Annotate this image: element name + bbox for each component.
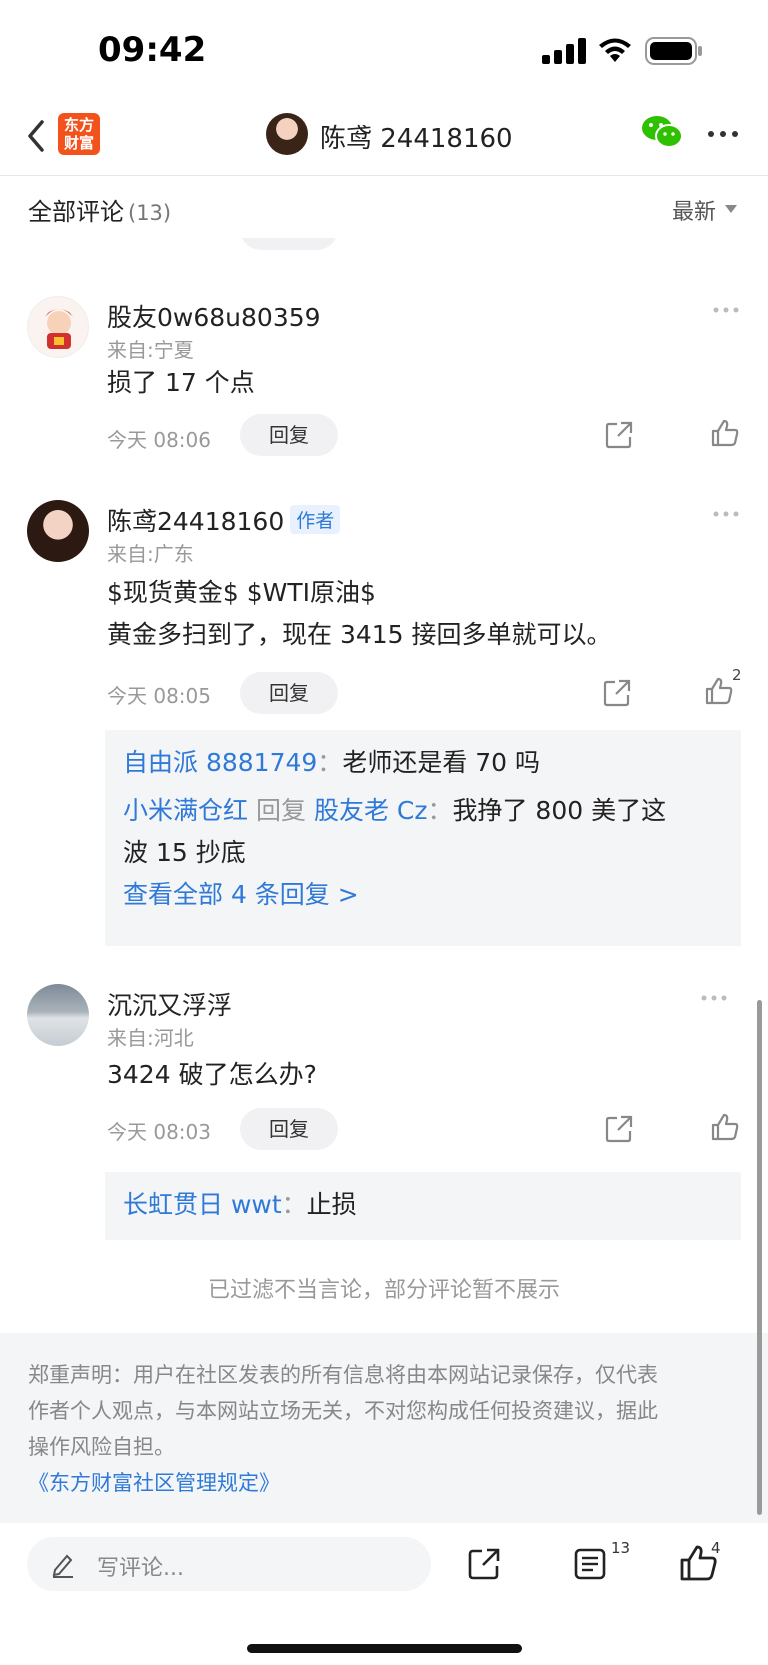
eastmoney-logo: 东方 财富 (58, 113, 100, 155)
location: 来自:广东 (107, 542, 194, 566)
reply-user[interactable]: 长虹贯日 wwt (123, 1190, 282, 1219)
share-icon[interactable] (467, 1547, 501, 1581)
scrollbar[interactable] (757, 1000, 762, 1515)
bottom-action-bar: 写评论... 13 4 (0, 1523, 768, 1665)
view-all-replies-link[interactable]: 查看全部 4 条回复 > (123, 874, 359, 916)
comment-more-icon[interactable] (712, 306, 740, 314)
page-title[interactable]: 陈鸢 24418160 (320, 118, 513, 155)
sort-arrow-icon[interactable] (725, 205, 737, 213)
location: 来自:河北 (107, 1026, 194, 1050)
like-icon[interactable] (704, 676, 734, 706)
like-count: 2 (732, 666, 742, 684)
comment-more-icon[interactable] (712, 510, 740, 518)
comment-item: 陈鸢24418160 作者 来自:广东 $现货黄金$ $WTI原油$ 黄金多扫到了… (0, 500, 768, 950)
more-options-icon[interactable] (706, 120, 740, 148)
back-arrow-icon[interactable] (22, 116, 52, 156)
like-count-badge: 4 (711, 1539, 721, 1557)
comments-list-icon[interactable] (573, 1547, 607, 1581)
wechat-share-icon[interactable] (640, 114, 684, 150)
comments-title: 全部评论 (13) (28, 198, 172, 226)
comments-header: 全部评论 (13) 最新 (0, 176, 768, 238)
user-avatar[interactable] (27, 296, 89, 358)
username[interactable]: 陈鸢24418160 作者 (107, 502, 341, 538)
reply-user[interactable]: 自由派 8881749 (123, 748, 317, 777)
write-comment-input[interactable]: 写评论... (27, 1537, 431, 1591)
user-avatar[interactable] (27, 500, 89, 562)
replies-box: 长虹贯日 wwt：止损 (105, 1172, 741, 1240)
reply-item: 长虹贯日 wwt：止损 (123, 1190, 357, 1219)
author-badge: 作者 (290, 505, 341, 534)
wifi-icon (599, 38, 631, 62)
sort-dropdown[interactable]: 最新 (672, 194, 716, 226)
reply-button[interactable]: 回复 (240, 414, 338, 456)
location: 来自:宁夏 (107, 338, 194, 362)
comment-text: 3424 破了怎么办? (107, 1060, 317, 1089)
like-icon[interactable] (710, 1112, 740, 1142)
reply-button[interactable]: 回复 (240, 672, 338, 714)
author-avatar[interactable] (266, 113, 308, 155)
share-icon[interactable] (604, 420, 634, 450)
comment-count-badge: 13 (611, 1539, 631, 1557)
username[interactable]: 股友0w68u80359 (107, 298, 321, 334)
write-comment-placeholder: 写评论... (97, 1556, 184, 1581)
home-indicator[interactable] (247, 1644, 522, 1653)
comment-time: 今天 08:06 (107, 428, 211, 452)
share-icon[interactable] (604, 1114, 634, 1144)
comment-time: 今天 08:05 (107, 684, 211, 708)
share-icon[interactable] (602, 678, 632, 708)
status-time: 09:42 (98, 30, 207, 70)
stock-tags: $现货黄金$ $WTI原油$ (107, 578, 376, 607)
cellular-signal-icon (542, 38, 586, 64)
battery-icon (645, 37, 702, 65)
pen-icon (52, 1554, 73, 1578)
community-rules-link[interactable]: 《东方财富社区管理规定》 (28, 1465, 740, 1501)
status-bar: 09:42 (0, 0, 768, 100)
comment-item: 沉沉又浮浮 来自:河北 3424 破了怎么办? 今天 08:03 回复 长虹贯日… (0, 984, 768, 1244)
comment-item: 股友0w68u80359 来自:宁夏 损了 17 个点 今天 08:06 回复 (0, 296, 768, 466)
replies-box: 自由派 8881749：老师还是看 70 吗 小米满仓红 回复 股友老 Cz：我… (105, 730, 741, 946)
reply-target-user[interactable]: 股友老 Cz (314, 796, 428, 825)
reply-item: 自由派 8881749：老师还是看 70 吗 (123, 748, 541, 777)
comments-count: (13) (128, 201, 172, 225)
user-avatar[interactable] (27, 984, 89, 1046)
reply-item: 小米满仓红 回复 股友老 Cz：我挣了 800 美了这 波 15 抄底 (123, 796, 667, 867)
comment-time: 今天 08:03 (107, 1120, 211, 1144)
disclaimer: 郑重声明：用户在社区发表的所有信息将由本网站记录保存，仅代表 作者个人观点，与本… (0, 1333, 768, 1523)
reply-button[interactable]: 回复 (240, 1108, 338, 1150)
filtered-comments-note: 已过滤不当言论，部分评论暂不展示 (207, 1278, 560, 1303)
reply-user[interactable]: 小米满仓红 (123, 796, 248, 825)
comment-text: 损了 17 个点 (107, 368, 255, 397)
comment-more-icon[interactable] (700, 994, 728, 1002)
comment-text: $现货黄金$ $WTI原油$ 黄金多扫到了，现在 3415 接回多单就可以。 (107, 572, 612, 656)
like-icon[interactable] (710, 418, 740, 448)
nav-header: 东方 财富 陈鸢 24418160 (0, 100, 768, 176)
username[interactable]: 沉沉又浮浮 (107, 986, 232, 1022)
